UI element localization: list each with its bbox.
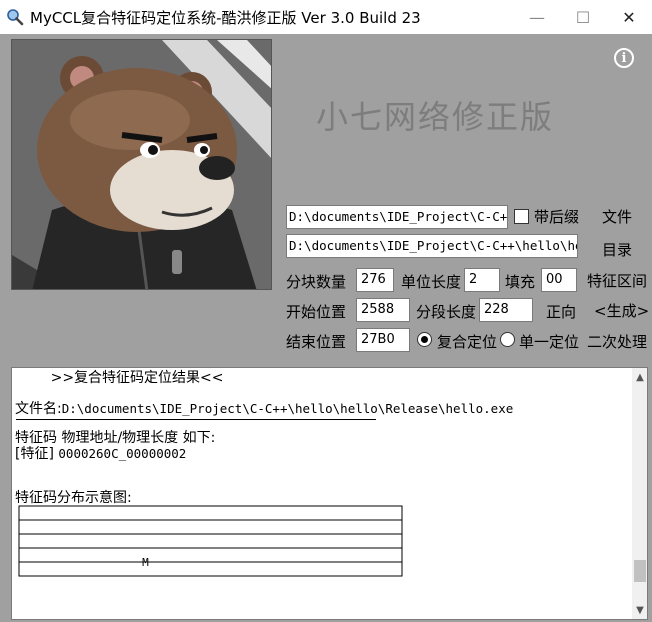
- fill-label: 填充: [505, 273, 536, 291]
- suffix-checkbox[interactable]: [514, 209, 529, 224]
- scroll-down-arrow-icon[interactable]: ▼: [632, 601, 647, 619]
- segment-length-label: 分段长度: [416, 303, 477, 321]
- magnifier-app-icon: [7, 9, 24, 26]
- maximize-button[interactable]: ☐: [560, 0, 606, 34]
- separator-line: [16, 419, 376, 420]
- block-count-input[interactable]: 276: [356, 268, 394, 292]
- title-bar: MyCCL复合特征码定位系统-酷洪修正版 Ver 3.0 Build 23 — …: [0, 0, 652, 34]
- close-button[interactable]: ✕: [606, 0, 652, 34]
- filename-value: D:\documents\IDE_Project\C-C++\hello\hel…: [61, 401, 514, 416]
- block-count-label: 分块数量: [286, 273, 347, 291]
- generate-button[interactable]: <生成>: [594, 300, 649, 321]
- single-mode-radio[interactable]: [500, 332, 515, 347]
- banner-text: 小七网络修正版: [316, 98, 555, 136]
- forward-direction-toggle[interactable]: 正向: [546, 301, 576, 322]
- segment-length-input[interactable]: 228: [479, 298, 533, 322]
- scroll-thumb[interactable]: [634, 560, 646, 582]
- bear-avatar-image: [11, 39, 272, 290]
- distribution-map: M: [18, 505, 403, 577]
- feature-tag: [特征]: [15, 446, 54, 462]
- main-panel: i 小七网络修正版 D:\documents\IDE_Project\C-C++…: [0, 34, 652, 622]
- composite-mode-label: 复合定位: [437, 333, 498, 351]
- feature-region-button[interactable]: 特征区间: [587, 270, 647, 291]
- unit-length-label: 单位长度: [401, 273, 462, 291]
- feature-value: 0000260C_00000002: [58, 446, 187, 461]
- dir-button[interactable]: 目录: [602, 239, 632, 260]
- unit-length-input[interactable]: 2: [464, 268, 500, 292]
- result-textarea[interactable]: >>复合特征码定位结果<< 文件名:D:\documents\IDE_Proje…: [11, 367, 648, 620]
- filename-line: 文件名:D:\documents\IDE_Project\C-C++\hello…: [15, 400, 627, 418]
- distribution-marker: M: [142, 556, 149, 569]
- bear-illustration: [12, 40, 271, 289]
- end-position-input[interactable]: 27B0: [356, 328, 410, 352]
- second-process-button[interactable]: 二次处理: [587, 331, 647, 352]
- composite-mode-radio[interactable]: [417, 332, 432, 347]
- dir-path-input[interactable]: D:\documents\IDE_Project\C-C++\hello\hel…: [286, 234, 578, 258]
- feature-entry-line: [特征] 0000260C_00000002: [15, 445, 627, 463]
- fill-input[interactable]: 00: [541, 268, 577, 292]
- suffix-checkbox-label: 带后缀: [534, 208, 580, 226]
- info-icon[interactable]: i: [614, 48, 634, 68]
- end-position-label: 结束位置: [286, 333, 347, 351]
- start-position-input[interactable]: 2588: [356, 298, 410, 322]
- start-position-label: 开始位置: [286, 303, 347, 321]
- file-button[interactable]: 文件: [602, 206, 632, 227]
- minimize-button[interactable]: —: [514, 0, 560, 34]
- scroll-up-arrow-icon[interactable]: ▲: [632, 368, 647, 386]
- file-path-input[interactable]: D:\documents\IDE_Project\C-C++\hello\hel…: [286, 205, 508, 229]
- filename-label: 文件名:: [15, 401, 62, 417]
- result-heading: >>复合特征码定位结果<<: [15, 370, 224, 386]
- single-mode-label: 单一定位: [519, 333, 580, 351]
- result-scrollbar[interactable]: ▲ ▼: [632, 368, 647, 619]
- window-title: MyCCL复合特征码定位系统-酷洪修正版 Ver 3.0 Build 23: [30, 9, 421, 27]
